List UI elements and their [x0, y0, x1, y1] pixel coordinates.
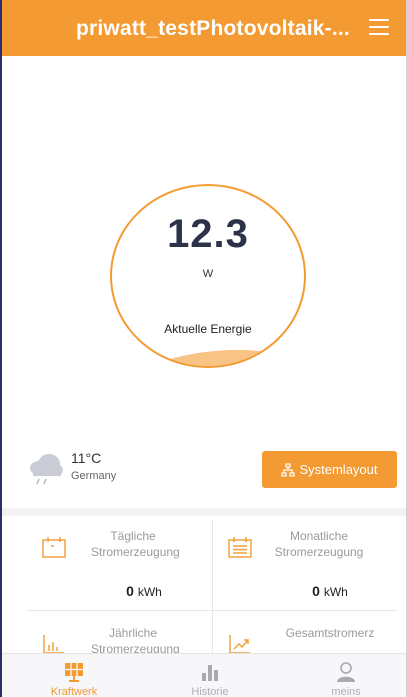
- stat-daily[interactable]: Tägliche Stromerzeugung 0 kWh: [27, 516, 211, 610]
- tab-meins-label: meins: [331, 686, 361, 697]
- cloud-rain-icon: [30, 454, 63, 485]
- weather-widget: 11°C Germany: [27, 448, 227, 488]
- energy-unit: W: [202, 268, 214, 280]
- station-title[interactable]: priwatt_testPhotovoltaik-...: [76, 17, 350, 41]
- bar-chart-icon: [43, 635, 64, 654]
- top-bar: priwatt_testPhotovoltaik-...: [2, 0, 406, 56]
- stat-total-title: Gesamtstromerz: [285, 626, 375, 640]
- tab-historie-label: Historie: [191, 686, 229, 697]
- tab-meins[interactable]: meins: [286, 654, 406, 697]
- bar-chart-icon: [202, 665, 218, 681]
- energy-value: 12.3: [167, 212, 249, 256]
- network-icon: [281, 462, 296, 477]
- system-layout-label: Systemlayout: [299, 462, 378, 477]
- app-screen: priwatt_testPhotovoltaik-... 12.3 W Aktu…: [0, 0, 407, 697]
- stat-daily-title: Tägliche Stromerzeugung: [91, 529, 180, 559]
- system-layout-button[interactable]: Systemlayout: [262, 451, 397, 488]
- energy-label: Aktuelle Energie: [164, 322, 252, 336]
- trend-icon: [229, 635, 250, 654]
- energy-fill-wave: [112, 337, 304, 366]
- section-divider: [2, 508, 406, 516]
- tab-kraftwerk-label: Kraftwerk: [50, 686, 98, 697]
- solar-panel-icon: [65, 663, 83, 682]
- tab-kraftwerk[interactable]: Kraftwerk: [14, 654, 134, 697]
- weather-location: Germany: [71, 470, 117, 482]
- calendar-month-icon: [228, 537, 252, 558]
- stat-total[interactable]: Gesamtstromerz: [213, 611, 397, 656]
- stat-yearly[interactable]: Jährliche Stromerzeugung: [27, 611, 211, 656]
- generation-stats: Tägliche Stromerzeugung 0 kWh Monatliche…: [27, 516, 397, 660]
- stat-monthly[interactable]: Monatliche Stromerzeugung 0 kWh: [213, 516, 397, 610]
- hamburger-menu-icon[interactable]: [369, 19, 389, 37]
- tab-historie[interactable]: Historie: [150, 654, 270, 697]
- calendar-day-icon: [42, 537, 66, 558]
- stat-monthly-value: 0 kWh: [312, 583, 348, 599]
- stat-monthly-title: Monatliche Stromerzeugung: [274, 529, 364, 559]
- weather-temperature: 11°C: [71, 450, 102, 466]
- current-energy-gauge: 12.3 W Aktuelle Energie: [110, 184, 306, 368]
- stat-daily-value: 0 kWh: [126, 583, 162, 599]
- person-icon: [337, 662, 355, 682]
- bottom-tab-bar: Kraftwerk Historie meins: [2, 653, 406, 697]
